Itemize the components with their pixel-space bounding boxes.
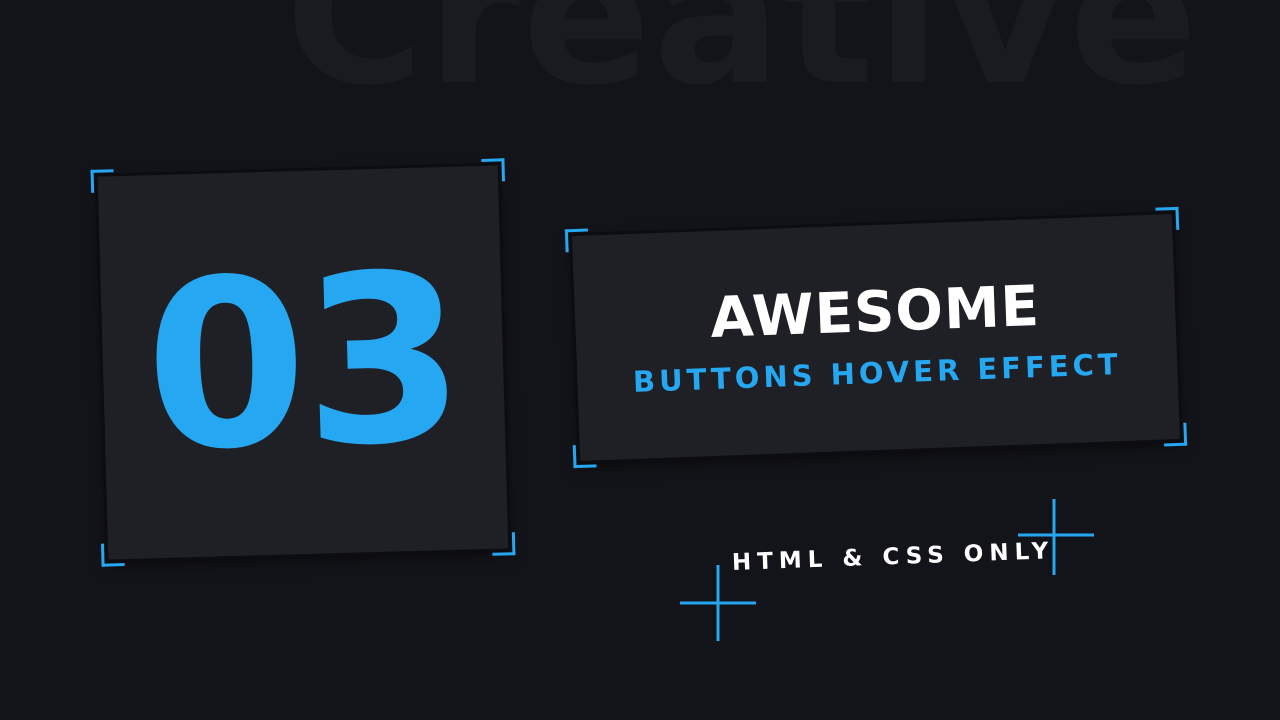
corner-bracket-icon [1163,422,1188,447]
title-card: AWESOME BUTTONS HOVER EFFECT [564,206,1188,469]
tagline: HTML & CSS ONLY [731,538,1055,576]
title-main: AWESOME [709,273,1042,352]
background-word: Creative [285,0,1200,127]
title-subtitle: BUTTONS HOVER EFFECT [632,347,1123,399]
plus-icon [1016,497,1096,577]
thumbnail-canvas: Creative 03 AWESOME BUTTONS HOVER EFFECT… [0,0,1280,720]
corner-bracket-icon [1155,206,1180,231]
episode-number-card: 03 [90,158,516,567]
episode-number: 03 [141,223,465,502]
plus-icon [678,563,758,643]
corner-bracket-icon [564,228,589,253]
corner-bracket-icon [572,444,597,469]
